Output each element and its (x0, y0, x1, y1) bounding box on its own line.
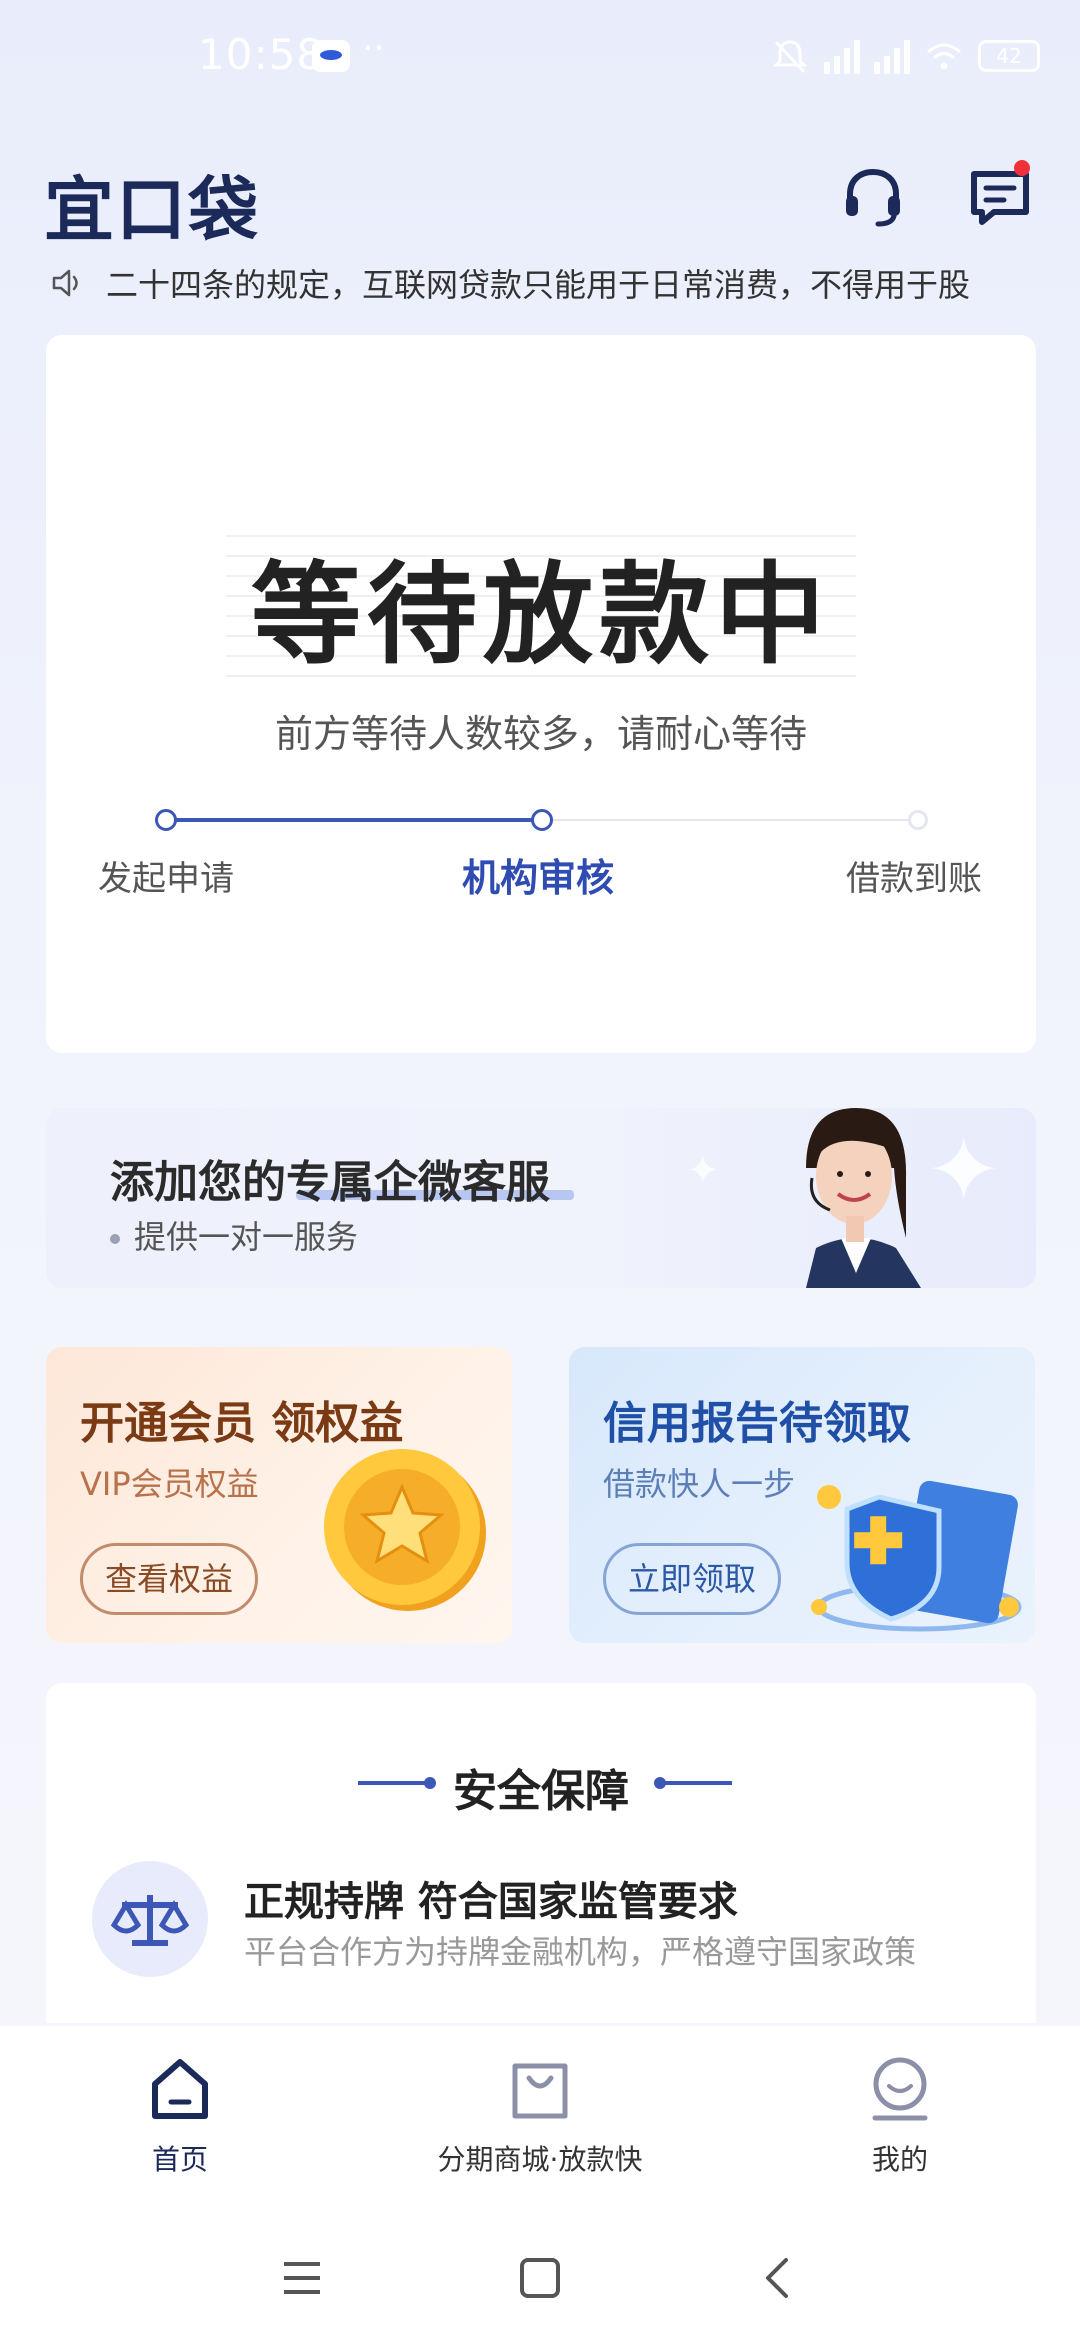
step-node-1 (155, 809, 177, 831)
speaker-icon (52, 269, 78, 297)
menu-icon[interactable] (272, 2248, 332, 2308)
app-header: 宜口袋 (0, 140, 1080, 251)
step-label-received: 借款到账 (846, 859, 982, 899)
nav-home-label: 首页 (151, 2143, 208, 2176)
loan-status-subtitle: 前方等待人数较多，请耐心等待 (274, 712, 807, 756)
back-icon[interactable] (748, 2248, 808, 2308)
notice-text: 二十四条的规定，互联网贷款只能用于日常消费，不得用于股 (106, 266, 971, 304)
battery-icon: 42 (978, 40, 1040, 72)
system-nav-bar (0, 2210, 1080, 2340)
message-button[interactable] (964, 160, 1036, 232)
claim-now-button[interactable]: 立即领取 (603, 1543, 782, 1615)
step-label-apply: 发起申请 (98, 859, 234, 899)
step-node-3 (908, 810, 928, 830)
credit-report-promo-card[interactable]: 信用报告待领取 借款快人一步 立即领取 (569, 1347, 1035, 1643)
nav-mine[interactable]: 我的 (855, 2054, 945, 2178)
service-banner-subtitle: 提供一对一服务 (110, 1212, 358, 1258)
heading-decoration-right (654, 1777, 732, 1789)
home-icon (152, 2059, 208, 2119)
loan-status-card: 等待放款中 前方等待人数较多，请耐心等待 发起申请 机构审核 借款到账 (46, 335, 1036, 1053)
wifi-icon (927, 43, 961, 70)
loan-status-title: 等待放款中 (251, 551, 831, 679)
headset-icon[interactable] (838, 162, 908, 232)
signal-icon (824, 38, 860, 74)
nav-mine-label: 我的 (871, 2143, 928, 2176)
status-bar: 10:58 ·· 42 (0, 0, 1080, 120)
safety-heading: 安全保障 (453, 1766, 629, 1817)
shield-icon (811, 1480, 1022, 1632)
app-logo: 宜口袋 (44, 169, 260, 251)
view-benefits-button[interactable]: 查看权益 (80, 1543, 259, 1615)
credit-promo-title: 信用报告待领取 (603, 1398, 911, 1449)
status-more-dots: ·· (362, 28, 385, 69)
step-label-review: 机构审核 (462, 856, 615, 900)
progress-fill (166, 818, 542, 822)
safety-card: 安全保障 正规持牌 符合国家监管要求 平台合作方为持牌金融机构，严格遵守国家政策 (46, 1683, 1036, 2023)
scale-icon (92, 1861, 208, 1977)
status-indicators: 42 (770, 36, 1040, 76)
agent-avatar (806, 1108, 921, 1288)
safety-item-description: 平台合作方为持牌金融机构，严格遵守国家政策 (244, 1933, 917, 1971)
bell-muted-icon (772, 40, 808, 74)
notification-dot (1014, 160, 1030, 176)
service-banner-title: 添加您的专属企微客服 (110, 1157, 550, 1208)
safety-item-title: 正规持牌 符合国家监管要求 (244, 1879, 738, 1925)
nav-mall[interactable]: 分期商城·放款快 (420, 2054, 660, 2178)
vip-promo-card[interactable]: 开通会员 领权益 VIP会员权益 查看权益 (46, 1347, 512, 1643)
bottom-nav: 首页 分期商城·放款快 我的 (0, 2026, 1080, 2210)
star-coin-icon (324, 1449, 486, 1611)
app-notification-icon (312, 40, 350, 72)
nav-mall-label: 分期商城·放款快 (437, 2143, 643, 2176)
credit-promo-subtitle: 借款快人一步 (603, 1465, 796, 1503)
nav-home[interactable]: 首页 (135, 2054, 225, 2178)
profile-icon (872, 2057, 928, 2121)
signal-icon-2 (874, 38, 910, 74)
home-square-icon[interactable] (510, 2248, 570, 2308)
notice-bar[interactable]: 二十四条的规定，互联网贷款只能用于日常消费，不得用于股 (50, 258, 1050, 308)
status-time: 10:58 (198, 30, 325, 79)
step-node-2 (531, 809, 553, 831)
shopping-bag-icon (512, 2063, 568, 2119)
customer-service-banner[interactable]: 添加您的专属企微客服 提供一对一服务 ✦ ✦ (46, 1108, 1036, 1288)
vip-promo-subtitle: VIP会员权益 (80, 1465, 259, 1503)
sparkle-icon: ✦ (686, 1148, 720, 1194)
